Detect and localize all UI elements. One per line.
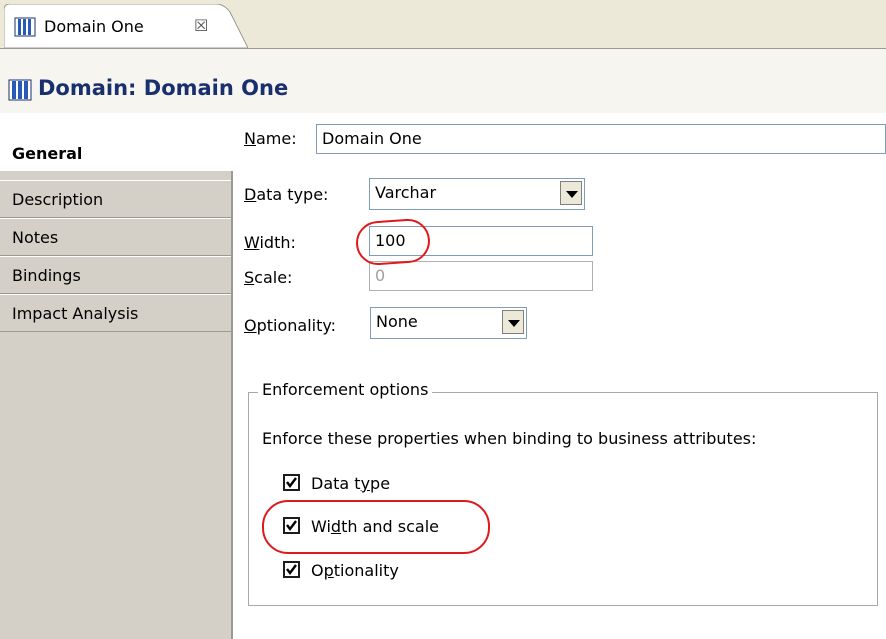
domain-icon — [8, 79, 32, 106]
name-field[interactable]: Domain One — [316, 124, 886, 154]
checkbox-label-optionality[interactable]: Optionality — [311, 561, 399, 580]
scale-label: Scale: — [244, 268, 293, 287]
close-icon[interactable]: ☒ — [194, 16, 208, 35]
data-type-value: Varchar — [375, 183, 437, 202]
tab-bindings[interactable]: Bindings — [0, 256, 231, 294]
optionality-select[interactable]: None — [370, 307, 527, 339]
highlight-circle-width-and-scale — [262, 500, 490, 554]
editor-header: Domain: Domain One — [0, 49, 886, 113]
domain-icon — [14, 17, 36, 42]
tab-notes[interactable]: Notes — [0, 218, 231, 256]
tab-general[interactable]: General — [0, 113, 233, 171]
scale-field: 0 — [369, 261, 593, 291]
tab-label: Domain One — [44, 17, 144, 36]
checkbox-optionality[interactable] — [283, 561, 300, 578]
editor-tab-strip: Domain One ☒ — [0, 0, 886, 49]
checkmark-icon — [286, 477, 297, 488]
width-label: Width: — [244, 233, 296, 252]
optionality-label: Optionality: — [244, 316, 337, 335]
checkmark-icon — [286, 564, 297, 575]
highlight-circle-width — [354, 217, 432, 267]
tab-domain-one[interactable]: Domain One ☒ — [4, 4, 248, 49]
optionality-value: None — [376, 312, 418, 331]
checkbox-data-type[interactable] — [283, 474, 300, 491]
chevron-down-icon[interactable] — [560, 181, 582, 205]
section-tabs: General Description Notes Bindings Impac… — [0, 113, 233, 639]
group-title: Enforcement options — [258, 380, 433, 399]
data-type-label: Data type: — [244, 185, 329, 204]
page-title: Domain: Domain One — [38, 76, 289, 100]
enforcement-description: Enforce these properties when binding to… — [262, 429, 757, 448]
checkbox-label-data-type[interactable]: Data type — [311, 474, 390, 493]
tab-description[interactable]: Description — [0, 180, 231, 218]
chevron-down-icon[interactable] — [502, 310, 524, 334]
tab-impact-analysis[interactable]: Impact Analysis — [0, 294, 231, 332]
data-type-select[interactable]: Varchar — [369, 178, 585, 210]
name-label: Name: — [244, 129, 297, 148]
